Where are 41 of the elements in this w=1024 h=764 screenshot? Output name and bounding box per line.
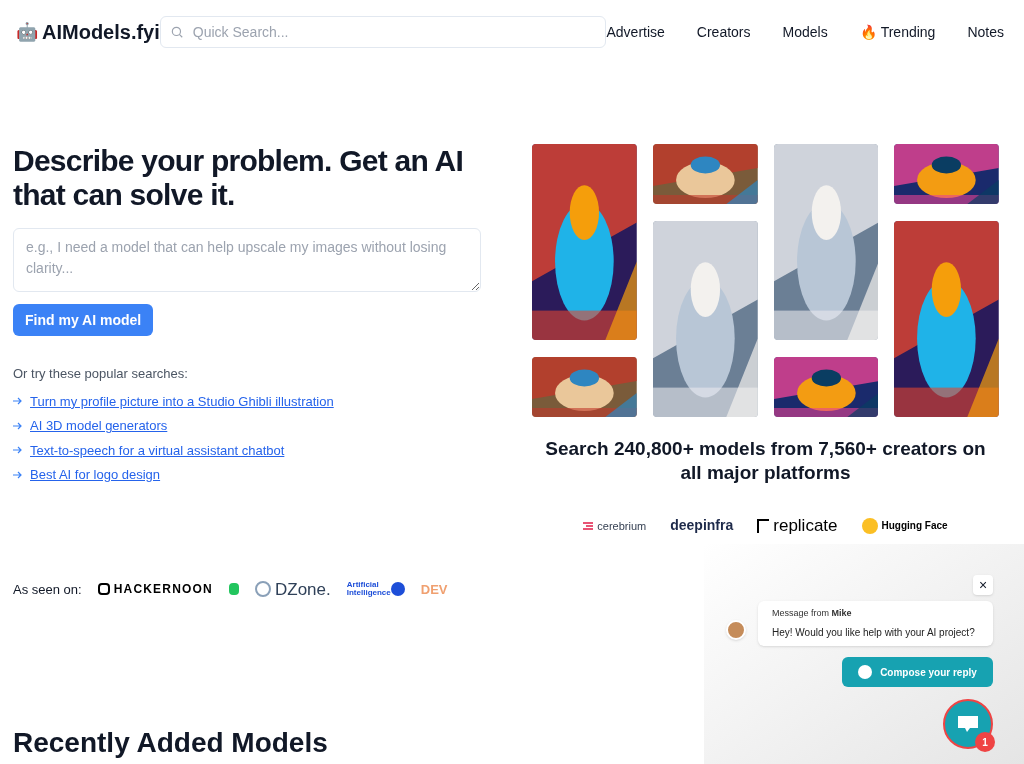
- fire-icon: 🔥: [859, 21, 877, 43]
- nav-link[interactable]: 🔥 Trending: [859, 21, 936, 43]
- as-seen-on-label: As seen on:: [13, 580, 82, 599]
- nav-link[interactable]: Models: [782, 21, 828, 43]
- close-button[interactable]: ×: [973, 575, 993, 595]
- problem-input[interactable]: e.g., I need a model that can help upscale my images without losing clarity...: [13, 228, 481, 292]
- ai-logo: Artificial Intelligence: [346, 581, 405, 598]
- notification-badge: 1: [975, 732, 995, 752]
- popular-search-link[interactable]: Text-to-speech for a virtual assistant chatbot: [30, 440, 285, 460]
- hugging-face-logo: Hugging Face: [861, 517, 948, 534]
- nav-link[interactable]: Creators: [696, 21, 751, 43]
- arrow-icon: [13, 397, 22, 406]
- popular-search-link[interactable]: Best AI for logo design: [30, 465, 161, 485]
- replicate-logo: replicate: [757, 513, 838, 539]
- robot-icon: 🤖: [16, 18, 38, 46]
- chat-icon: [957, 715, 979, 733]
- search-field[interactable]: Quick Search...: [159, 16, 607, 48]
- brand-link[interactable]: AIModels.fyi: [42, 17, 160, 47]
- arrow-icon: [13, 470, 22, 479]
- message-text: Hey! Would you like help with your AI project?: [772, 625, 976, 640]
- section-title: Recently Added Models: [13, 726, 328, 760]
- popular-search-link[interactable]: Turn my profile picture into a Studio Ghibli illustration: [30, 391, 334, 411]
- cerebrium-logo: cerebrium: [583, 517, 647, 534]
- nav-link[interactable]: Notes: [967, 21, 1004, 43]
- arrow-icon: [13, 421, 22, 430]
- arrow-icon: [13, 446, 22, 455]
- hero-title: Describe your problem. Get an AI that can solve it.: [13, 144, 464, 212]
- message-sender: Message from Mike: [772, 607, 853, 620]
- hackernoon-logo: HACKERNOON: [97, 580, 213, 599]
- avatar-icon: [726, 620, 746, 640]
- dev-logo: DEV: [420, 580, 448, 599]
- nav-link[interactable]: Advertise: [606, 21, 665, 43]
- popular-label: Or try these popular searches:: [13, 365, 189, 383]
- stats-heading: Search 240,800+ models from 7,560+ creators on all major platforms: [544, 437, 987, 485]
- chat-launcher-button[interactable]: [943, 699, 993, 749]
- dzone-logo: DZone.: [255, 576, 331, 602]
- search-icon: [169, 25, 184, 39]
- find-model-button[interactable]: Find my AI model: [13, 304, 154, 336]
- deepinfra-logo: deepinfra: [670, 516, 734, 536]
- popular-search-link[interactable]: AI 3D model generators: [30, 416, 168, 436]
- b-logo-icon: [229, 583, 239, 596]
